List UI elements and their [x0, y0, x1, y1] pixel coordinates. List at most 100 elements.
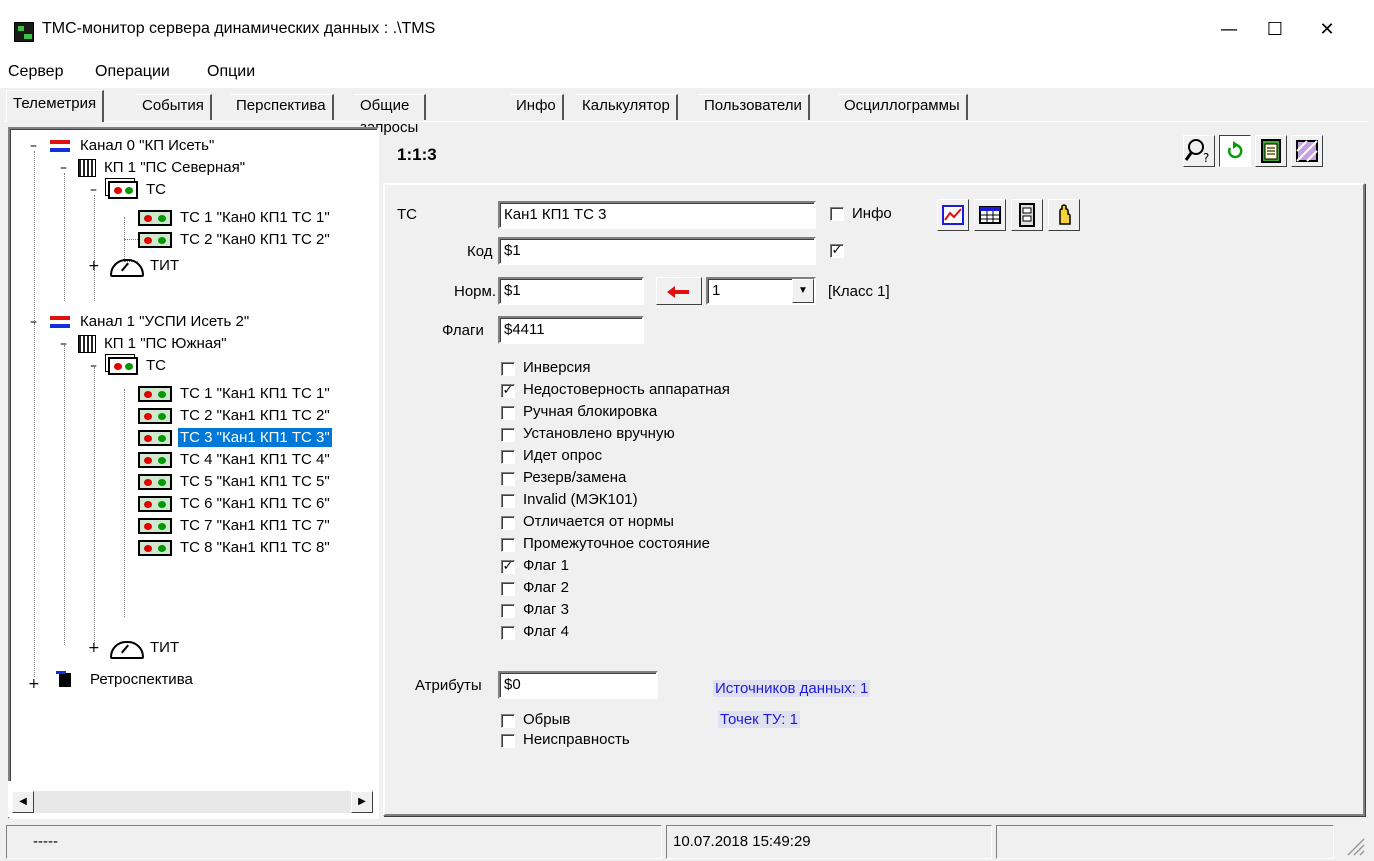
tree-node-ts[interactable]: ТС 5 "Кан1 КП1 ТС 5" [138, 471, 332, 493]
flag-label: Неисправность [523, 731, 630, 748]
clipboard-button[interactable] [1255, 135, 1287, 167]
tree-collapse-toggle[interactable]: – [88, 183, 99, 197]
refresh-icon [1228, 141, 1243, 159]
tab-oscillograms[interactable]: Осциллограммы [838, 94, 968, 120]
flag-checkbox[interactable] [501, 406, 515, 420]
attributes-field[interactable]: $0 [498, 671, 658, 699]
tree-node-ts[interactable]: ТС 7 "Кан1 КП1 ТС 7" [138, 515, 332, 537]
tree-node-ts[interactable]: ТС 4 "Кан1 КП1 ТС 4" [138, 449, 332, 471]
norm-label: Норм. [454, 283, 496, 300]
search-help-button[interactable]: ? [1183, 135, 1215, 167]
flag-label: Обрыв [523, 711, 571, 728]
tab-general-queries[interactable]: Общие запросы [354, 94, 427, 136]
menu-operations[interactable]: Операции [95, 63, 170, 81]
svg-text:?: ? [1203, 151, 1209, 165]
node-label: ТС 8 "Кан1 КП1 ТС 8" [180, 539, 330, 556]
tree-node-ts[interactable]: ТС 8 "Кан1 КП1 ТС 8" [138, 537, 332, 559]
tree-node-retrospective[interactable]: Ретроспектива [56, 669, 195, 691]
flag-checkbox[interactable] [501, 538, 515, 552]
tree-node-ts[interactable]: ТС 1 "Кан0 КП1 ТС 1" [138, 207, 332, 229]
tree-node-channel[interactable]: Канал 1 "УСПИ Исеть 2" [48, 311, 251, 333]
tree-node-channel[interactable]: Канал 0 "КП Исеть" [48, 135, 216, 157]
node-label: Канал 1 "УСПИ Исеть 2" [80, 313, 250, 330]
flag-checkbox[interactable] [501, 472, 515, 486]
table-button[interactable] [974, 199, 1006, 231]
flag-checkbox[interactable] [501, 714, 515, 728]
status-panel-right [996, 825, 1334, 859]
tree-node-kp[interactable]: КП 1 "ПС Южная" [78, 333, 229, 355]
tree-collapse-toggle[interactable]: – [28, 139, 39, 153]
tree-node-kp[interactable]: КП 1 "ПС Северная" [78, 157, 247, 179]
tree-collapse-toggle[interactable]: – [58, 161, 69, 175]
name-field[interactable]: Кан1 КП1 ТС 3 [498, 201, 816, 229]
flag-checkbox[interactable] [501, 626, 515, 640]
tree-node-ts-group[interactable]: ТС [108, 179, 168, 201]
tab-events[interactable]: События [136, 94, 212, 120]
flag-checkbox[interactable] [501, 494, 515, 508]
menu-options[interactable]: Опции [207, 63, 255, 81]
tree-hscrollbar[interactable]: ◀ ▶ [8, 781, 379, 817]
manual-control-button[interactable] [1048, 199, 1080, 231]
tab-info[interactable]: Инфо [510, 94, 564, 120]
tree-expand-toggle[interactable]: + [88, 259, 100, 273]
tab-telemetry[interactable]: Телеметрия [6, 90, 105, 122]
tree-node-ts[interactable]: ТС 6 "Кан1 КП1 ТС 6" [138, 493, 332, 515]
tree-node-ts-selected[interactable]: ТС 3 "Кан1 КП1 ТС 3" [138, 427, 333, 449]
class-select[interactable]: 1 ▼ [706, 277, 816, 305]
telemetry-tree[interactable]: – Канал 0 "КП Исеть" – КП 1 "ПС Северная… [8, 127, 379, 819]
flag-checkbox[interactable]: ✓ [501, 560, 515, 574]
archive-icon [1019, 203, 1035, 227]
tree-expand-toggle[interactable]: + [88, 641, 100, 655]
code-field[interactable]: $1 [498, 237, 816, 265]
flag-checkbox[interactable]: ✓ [501, 384, 515, 398]
tab-perspective[interactable]: Перспектива [230, 94, 334, 120]
tree-node-ts[interactable]: ТС 2 "Кан0 КП1 ТС 2" [138, 229, 332, 251]
tree-node-ts[interactable]: ТС 2 "Кан1 КП1 ТС 2" [138, 405, 332, 427]
tree-collapse-toggle[interactable]: – [28, 315, 39, 329]
flags-label: Флаги [442, 322, 484, 339]
chevron-down-icon[interactable]: ▼ [792, 279, 814, 303]
tree-expand-toggle[interactable]: + [28, 677, 40, 691]
ts-icon [138, 386, 172, 403]
graph-button[interactable] [937, 199, 969, 231]
node-label: КП 1 "ПС Южная" [104, 335, 227, 352]
flag-label: Установлено вручную [523, 425, 675, 442]
code-checkbox[interactable]: ✓ [830, 244, 844, 258]
tab-calculator[interactable]: Калькулятор [576, 94, 678, 120]
flag-checkbox[interactable] [501, 604, 515, 618]
scroll-right-button[interactable]: ▶ [351, 791, 373, 813]
flag-checkbox[interactable] [501, 516, 515, 530]
flag-checkbox[interactable] [501, 362, 515, 376]
info-checkbox[interactable] [830, 207, 844, 221]
close-button[interactable]: ✕ [1304, 14, 1350, 46]
flag-checkbox[interactable] [501, 734, 515, 748]
scroll-left-button[interactable]: ◀ [12, 791, 34, 813]
tree-node-tit[interactable]: ТИТ [108, 255, 181, 278]
app-icon [14, 22, 34, 42]
flags-field[interactable]: $4411 [498, 316, 644, 344]
title-bar[interactable]: ТМС-монитор сервера динамических данных … [0, 0, 1374, 58]
pattern-icon [1296, 140, 1318, 162]
scrollbar-track[interactable]: ◀ ▶ [12, 791, 373, 813]
tree-collapse-toggle[interactable]: – [88, 359, 99, 373]
class-text: [Класс 1] [828, 283, 890, 300]
maximize-button[interactable]: ☐ [1252, 14, 1298, 46]
copy-to-norm-button[interactable] [656, 277, 702, 305]
node-label: ТИТ [150, 639, 180, 656]
tab-users[interactable]: Пользователи [698, 94, 810, 120]
tree-collapse-toggle[interactable]: – [58, 337, 69, 351]
tree-node-ts[interactable]: ТС 1 "Кан1 КП1 ТС 1" [138, 383, 332, 405]
flag-label: Промежуточное состояние [523, 535, 711, 552]
flag-checkbox[interactable] [501, 428, 515, 442]
pattern-button[interactable] [1291, 135, 1323, 167]
archive-button[interactable] [1011, 199, 1043, 231]
norm-field[interactable]: $1 [498, 277, 644, 305]
resize-grip-icon[interactable] [1346, 837, 1366, 857]
flag-checkbox[interactable] [501, 582, 515, 596]
flag-checkbox[interactable] [501, 450, 515, 464]
tree-node-ts-group[interactable]: ТС [108, 355, 168, 377]
minimize-button[interactable]: — [1206, 14, 1252, 46]
tree-node-tit[interactable]: ТИТ [108, 637, 181, 660]
auto-refresh-toggle[interactable] [1219, 135, 1251, 167]
menu-server[interactable]: Сервер [8, 63, 63, 81]
